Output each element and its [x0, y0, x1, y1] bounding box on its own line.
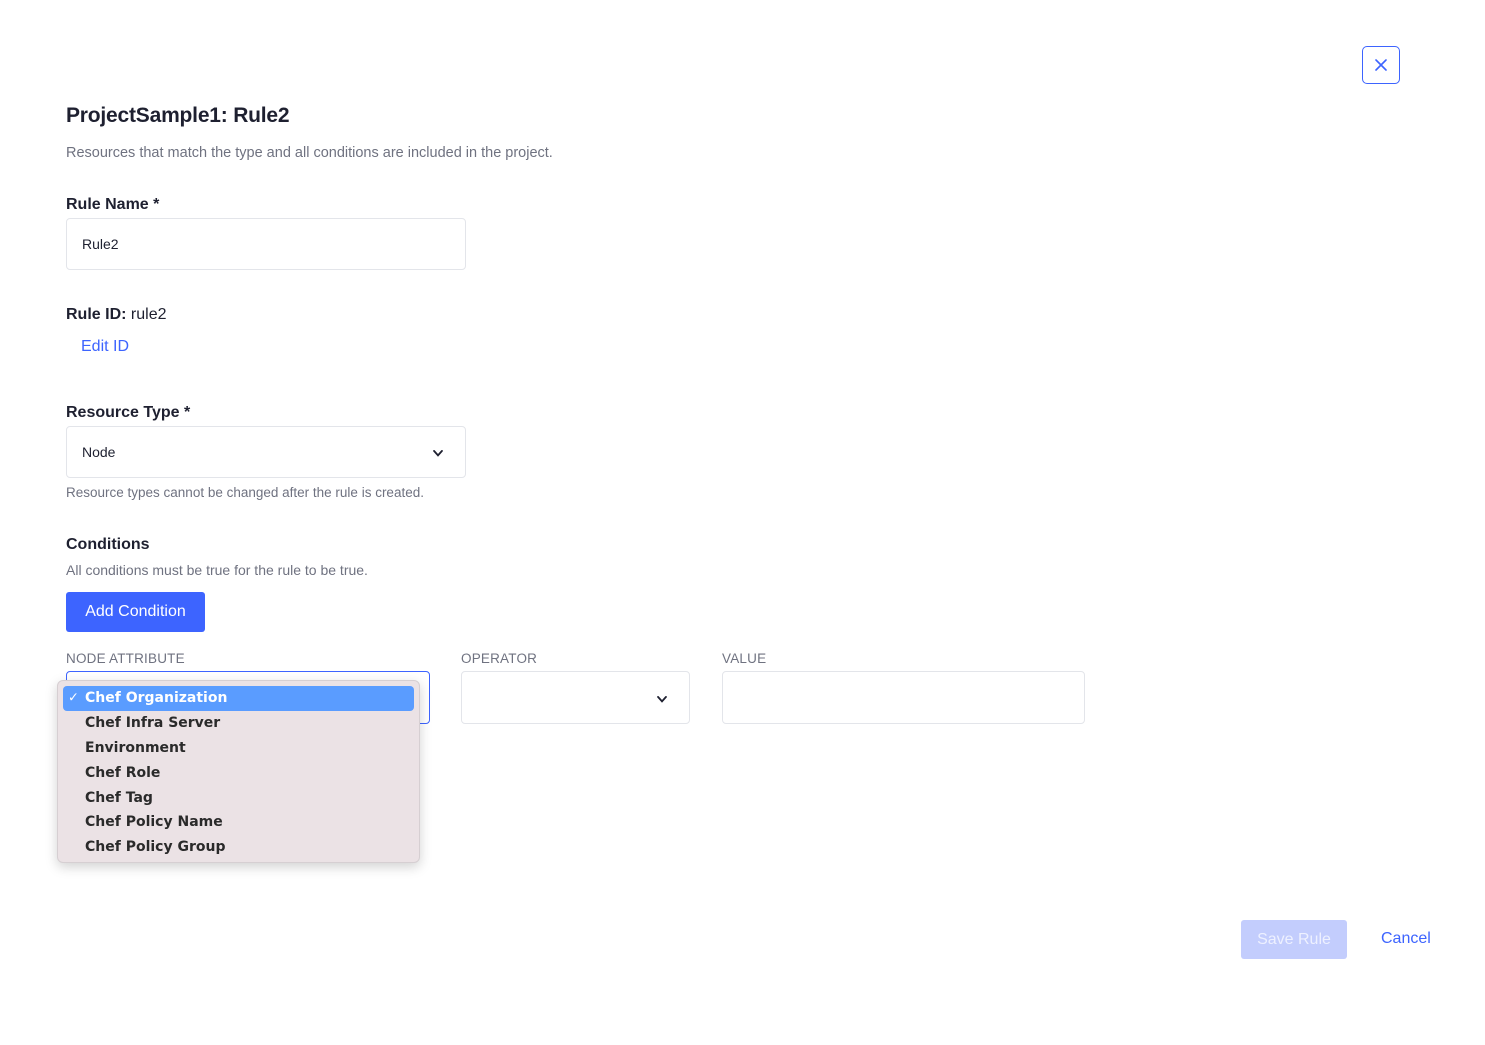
dropdown-option-label: Chef Role — [85, 765, 160, 781]
close-button[interactable] — [1362, 46, 1400, 84]
rule-name-input[interactable]: Rule2 — [66, 218, 466, 270]
dropdown-option-label: Chef Infra Server — [85, 715, 220, 731]
close-icon — [1375, 59, 1387, 71]
dropdown-option-label: Chef Tag — [85, 790, 153, 806]
rule-name-value: Rule2 — [82, 236, 119, 252]
resource-type-label: Resource Type * — [66, 404, 190, 422]
chevron-down-icon — [433, 450, 443, 457]
cancel-link[interactable]: Cancel — [1381, 930, 1431, 948]
rule-id-value: rule2 — [131, 306, 167, 323]
value-label: VALUE — [722, 651, 766, 666]
rule-id-label: Rule ID: — [66, 306, 126, 323]
node-attribute-label: NODE ATTRIBUTE — [66, 651, 185, 666]
operator-select[interactable] — [461, 671, 690, 724]
page-title: ProjectSample1: Rule2 — [66, 104, 289, 128]
dropdown-option[interactable]: ✓ Chef Organization — [63, 686, 414, 711]
dropdown-option-label: Chef Policy Name — [85, 814, 223, 830]
dropdown-option[interactable]: Chef Role — [63, 760, 414, 785]
node-attribute-dropdown: ✓ Chef Organization Chef Infra Server En… — [57, 680, 420, 863]
page-subtitle: Resources that match the type and all co… — [66, 145, 553, 161]
dropdown-option-label: Environment — [85, 740, 186, 756]
dropdown-option[interactable]: Environment — [63, 736, 414, 761]
dropdown-option-label: Chef Policy Group — [85, 839, 225, 855]
add-condition-button[interactable]: Add Condition — [66, 592, 205, 632]
operator-label: OPERATOR — [461, 651, 537, 666]
resource-type-value: Node — [82, 444, 115, 460]
dropdown-option[interactable]: Chef Policy Group — [63, 835, 414, 860]
edit-id-link[interactable]: Edit ID — [81, 338, 129, 356]
dropdown-option[interactable]: Chef Policy Name — [63, 810, 414, 835]
save-rule-button[interactable]: Save Rule — [1241, 920, 1347, 959]
value-input[interactable] — [722, 671, 1085, 724]
rule-name-label: Rule Name * — [66, 196, 159, 214]
dropdown-option[interactable]: Chef Infra Server — [63, 711, 414, 736]
chevron-down-icon — [657, 695, 667, 702]
conditions-heading: Conditions — [66, 536, 150, 554]
rule-id: Rule ID: rule2 — [66, 306, 166, 324]
dropdown-option-label: Chef Organization — [85, 690, 227, 706]
conditions-description: All conditions must be true for the rule… — [66, 562, 368, 578]
checkmark-icon: ✓ — [68, 691, 79, 706]
dropdown-option[interactable]: Chef Tag — [63, 785, 414, 810]
resource-type-hint: Resource types cannot be changed after t… — [66, 485, 424, 500]
resource-type-select[interactable]: Node — [66, 426, 466, 478]
